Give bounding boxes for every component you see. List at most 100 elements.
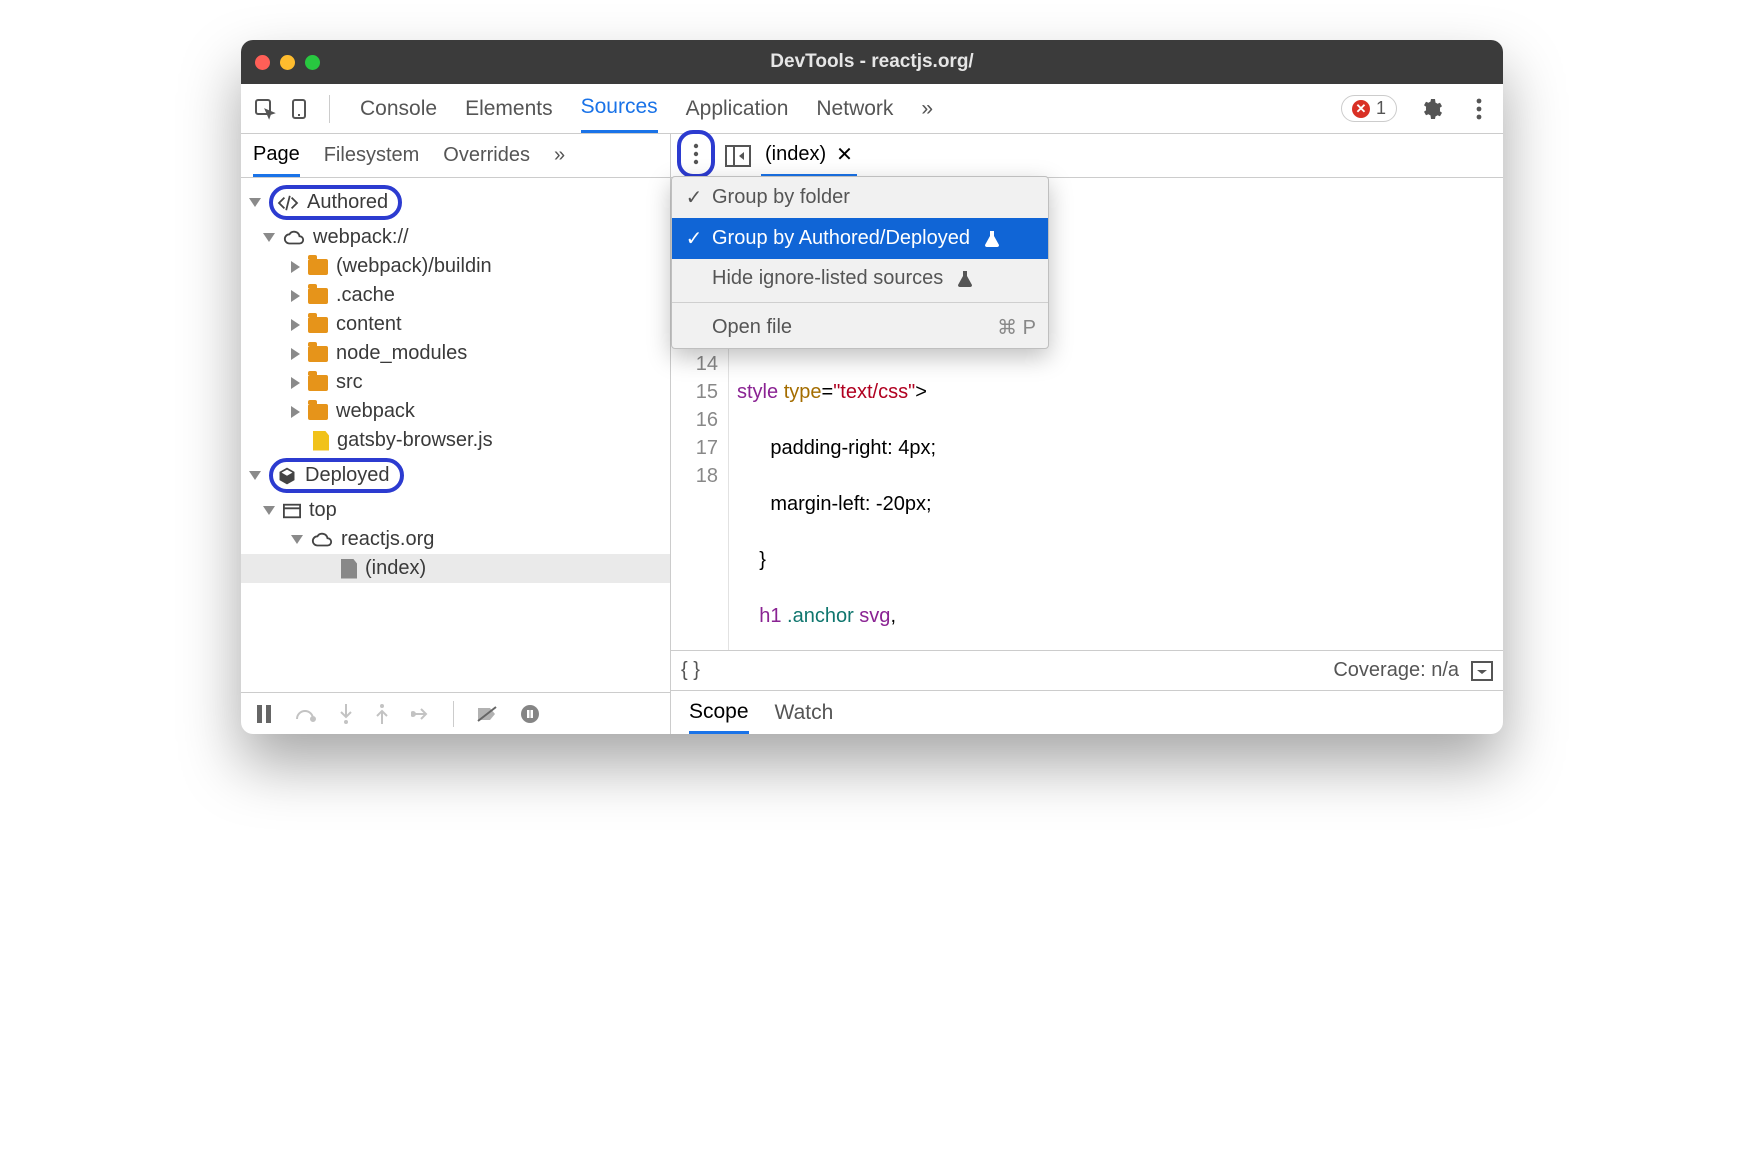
tab-scope[interactable]: Scope xyxy=(689,700,749,734)
step-into-button[interactable] xyxy=(339,704,353,724)
menu-label: Hide ignore-listed sources xyxy=(712,267,943,290)
tree-label: content xyxy=(336,313,402,336)
file-tree: Authored webpack:// (webpack)/buildin .c… xyxy=(241,178,670,692)
device-toggle-icon[interactable] xyxy=(285,95,313,123)
editor-status-bar: { } Coverage: n/a xyxy=(671,650,1503,690)
cloud-icon xyxy=(311,531,333,549)
tree-folder[interactable]: webpack xyxy=(241,397,670,426)
nav-tab-overrides[interactable]: Overrides xyxy=(443,144,530,167)
editor-pane: (index) ✕ ✓Group by folder ✓Group by Aut… xyxy=(671,134,1503,734)
pretty-print-button[interactable]: { } xyxy=(681,659,700,682)
menu-label: Group by Authored/Deployed xyxy=(712,227,970,250)
tree-webpack[interactable]: webpack:// xyxy=(241,223,670,252)
tab-sources[interactable]: Sources xyxy=(581,84,658,133)
step-over-button[interactable] xyxy=(295,705,317,723)
titlebar: DevTools - reactjs.org/ xyxy=(241,40,1503,84)
menu-group-by-folder[interactable]: ✓Group by folder xyxy=(672,177,1048,218)
nav-tab-page[interactable]: Page xyxy=(253,143,300,177)
folder-icon xyxy=(308,288,328,304)
error-count-badge[interactable]: ✕ 1 xyxy=(1341,95,1397,122)
authored-label: Authored xyxy=(307,191,388,214)
debugger-sidebar-tabs: Scope Watch xyxy=(671,690,1503,734)
close-tab-icon[interactable]: ✕ xyxy=(836,142,853,167)
tab-application[interactable]: Application xyxy=(686,84,789,133)
sources-options-menu: ✓Group by folder ✓Group by Authored/Depl… xyxy=(671,176,1049,349)
collapse-arrow-icon xyxy=(291,261,300,273)
tree-label: webpack:// xyxy=(313,226,409,249)
js-file-icon xyxy=(313,431,329,451)
show-navigator-button[interactable] xyxy=(725,145,751,167)
folder-icon xyxy=(308,317,328,333)
cloud-icon xyxy=(283,229,305,247)
sources-tabbar: (index) ✕ ✓Group by folder ✓Group by Aut… xyxy=(671,134,1503,178)
show-console-button[interactable] xyxy=(1471,661,1493,681)
collapse-arrow-icon xyxy=(291,290,300,302)
devtools-window: DevTools - reactjs.org/ Console Elements… xyxy=(241,40,1503,734)
more-tabs-button[interactable]: » xyxy=(921,84,933,133)
experiment-flask-icon xyxy=(984,230,1000,248)
menu-open-file[interactable]: Open file⌘ P xyxy=(672,307,1048,348)
tree-label: src xyxy=(336,371,363,394)
folder-icon xyxy=(308,346,328,362)
tree-deployed-section[interactable]: Deployed xyxy=(241,455,670,496)
deactivate-breakpoints-button[interactable] xyxy=(476,705,498,723)
panel-tabs: Console Elements Sources Application Net… xyxy=(360,84,1335,133)
expand-arrow-icon xyxy=(291,535,303,544)
window-title: DevTools - reactjs.org/ xyxy=(241,51,1503,73)
tree-folder[interactable]: content xyxy=(241,310,670,339)
debugger-toolbar xyxy=(241,692,670,734)
tab-network[interactable]: Network xyxy=(816,84,893,133)
pause-on-exceptions-button[interactable] xyxy=(520,704,540,724)
collapse-arrow-icon xyxy=(291,406,300,418)
tree-authored-section[interactable]: Authored xyxy=(241,182,670,223)
tree-index-file[interactable]: (index) xyxy=(241,554,670,583)
nav-more-button[interactable]: » xyxy=(554,144,565,167)
tree-label: reactjs.org xyxy=(341,528,434,551)
authored-highlight: Authored xyxy=(269,185,402,220)
deployed-highlight: Deployed xyxy=(269,458,404,493)
tab-console[interactable]: Console xyxy=(360,84,437,133)
tree-folder[interactable]: node_modules xyxy=(241,339,670,368)
tree-label: (index) xyxy=(365,557,426,580)
menu-label: Open file xyxy=(712,316,792,339)
expand-arrow-icon xyxy=(249,198,261,207)
expand-arrow-icon xyxy=(263,506,275,515)
editor-tab-label: (index) xyxy=(765,143,826,166)
tree-folder[interactable]: (webpack)/buildin xyxy=(241,252,670,281)
sources-options-menu-button[interactable] xyxy=(677,130,715,178)
nav-tab-filesystem[interactable]: Filesystem xyxy=(324,144,420,167)
tree-domain[interactable]: reactjs.org xyxy=(241,525,670,554)
tab-watch[interactable]: Watch xyxy=(775,701,834,725)
panel-body: Page Filesystem Overrides » Authored web… xyxy=(241,134,1503,734)
deployed-label: Deployed xyxy=(305,464,390,487)
navigator-tabs: Page Filesystem Overrides » xyxy=(241,134,670,178)
document-file-icon xyxy=(341,559,357,579)
frame-icon xyxy=(283,503,301,519)
step-out-button[interactable] xyxy=(375,704,389,724)
expand-arrow-icon xyxy=(263,233,275,242)
editor-tab-index[interactable]: (index) ✕ xyxy=(761,134,857,177)
tree-folder[interactable]: src xyxy=(241,368,670,397)
menu-hide-ignore-listed[interactable]: Hide ignore-listed sources xyxy=(672,259,1048,298)
pause-button[interactable] xyxy=(255,705,273,723)
expand-arrow-icon xyxy=(249,471,261,480)
tree-folder[interactable]: .cache xyxy=(241,281,670,310)
settings-gear-icon[interactable] xyxy=(1417,95,1445,123)
navigator-sidebar: Page Filesystem Overrides » Authored web… xyxy=(241,134,671,734)
tree-label: gatsby-browser.js xyxy=(337,429,493,452)
main-menu-kebab-icon[interactable] xyxy=(1465,95,1493,123)
menu-group-by-authored-deployed[interactable]: ✓Group by Authored/Deployed xyxy=(672,218,1048,259)
box-icon xyxy=(277,466,297,486)
collapse-arrow-icon xyxy=(291,319,300,331)
step-button[interactable] xyxy=(411,707,431,721)
code-icon xyxy=(277,194,299,212)
tree-file[interactable]: gatsby-browser.js xyxy=(241,426,670,455)
tree-label: top xyxy=(309,499,337,522)
menu-label: Group by folder xyxy=(712,186,850,209)
tree-top[interactable]: top xyxy=(241,496,670,525)
tab-elements[interactable]: Elements xyxy=(465,84,553,133)
collapse-arrow-icon xyxy=(291,377,300,389)
error-icon: ✕ xyxy=(1352,100,1370,118)
error-count: 1 xyxy=(1376,98,1386,119)
inspect-element-icon[interactable] xyxy=(251,95,279,123)
